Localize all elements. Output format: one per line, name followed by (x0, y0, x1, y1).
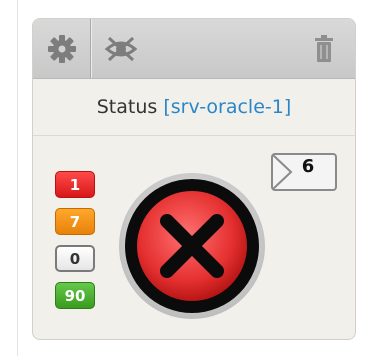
widget-toolbar (33, 19, 355, 79)
hide-button[interactable] (91, 19, 150, 78)
widget-title: Status [srv-oracle-1] (33, 79, 355, 136)
ok-count-badge[interactable]: 90 (55, 282, 95, 309)
critical-count-badge[interactable]: 1 (55, 171, 95, 198)
bracket-close: ] (283, 96, 292, 118)
error-x-icon (119, 173, 265, 319)
eye-slash-icon (104, 36, 138, 61)
status-indicator[interactable] (117, 171, 267, 321)
warning-count-badge[interactable]: 7 (55, 208, 95, 235)
bracket-open: [ (163, 96, 171, 118)
host-link[interactable]: srv-oracle-1 (171, 96, 284, 118)
delete-button[interactable] (295, 19, 353, 78)
status-label: Status (96, 96, 158, 118)
unknown-count-badge[interactable]: 0 (55, 245, 95, 272)
message-count: 6 (301, 156, 315, 177)
messages-button[interactable]: 6 (271, 152, 337, 192)
gear-icon (48, 34, 76, 63)
page-border (17, 0, 18, 356)
state-counts: 1 7 0 90 (55, 171, 99, 319)
trash-icon (315, 34, 333, 62)
settings-button[interactable] (33, 19, 91, 78)
status-widget: Status [srv-oracle-1] 1 7 0 90 6 (32, 18, 356, 340)
